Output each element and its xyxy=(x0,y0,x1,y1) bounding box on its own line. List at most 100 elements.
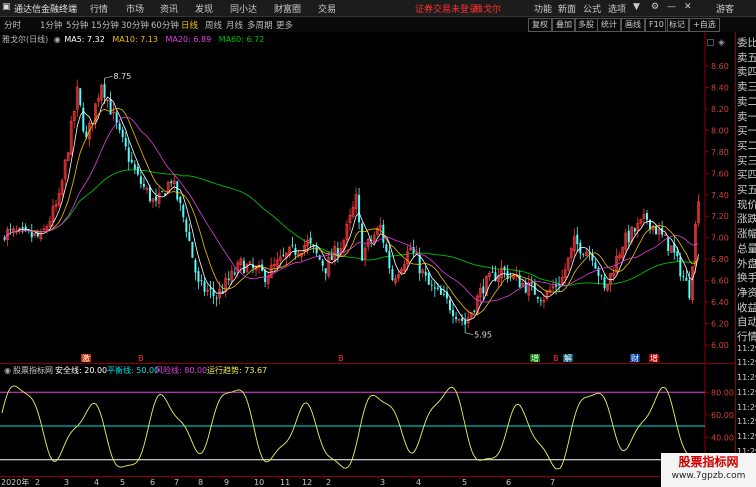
event-marker[interactable]: B xyxy=(338,354,344,362)
candle-body xyxy=(536,296,539,299)
event-marker[interactable]: B xyxy=(138,354,144,362)
statistics-button[interactable]: 统计 xyxy=(597,18,621,32)
candle-body xyxy=(679,256,682,277)
menu-wealth[interactable]: 财富圈 xyxy=(274,2,301,15)
restore-rights-button[interactable]: 复权 xyxy=(528,18,552,32)
quote-panel-label: 涨幅 xyxy=(737,228,756,241)
minimize-icon[interactable]: — xyxy=(667,2,676,12)
close-icon[interactable]: ✕ xyxy=(684,2,692,12)
candle-body xyxy=(361,223,364,261)
menu-new-page[interactable]: 新面 xyxy=(558,2,576,15)
menu-assistant[interactable]: 同小达 xyxy=(230,2,257,15)
candle-body xyxy=(427,273,430,285)
mark-button[interactable]: 标记 xyxy=(665,18,689,32)
candle-body xyxy=(155,196,158,201)
quote-panel-label: 买二 xyxy=(737,139,756,152)
period-tab[interactable]: 5分钟 xyxy=(66,19,88,31)
period-tab[interactable]: 分时 xyxy=(4,19,21,31)
quote-panel-label: 买一 xyxy=(737,125,756,138)
candle-body xyxy=(200,280,203,281)
candle-body xyxy=(473,310,476,312)
period-tab[interactable]: 周线 xyxy=(205,19,222,31)
chart-settings-icon[interactable]: ◉ xyxy=(54,35,61,44)
quote-panel-label: 行情 xyxy=(737,331,756,343)
candle-body xyxy=(282,254,285,256)
quote-panel-label: 现价 xyxy=(737,198,756,211)
quote-panel-label: 总量 xyxy=(737,242,756,255)
user-label[interactable]: 游客 xyxy=(716,2,734,15)
candle-body xyxy=(582,253,585,255)
candle-body xyxy=(321,260,324,266)
ma60-label: MA60: 6.72 xyxy=(218,35,265,44)
menu-news[interactable]: 资讯 xyxy=(160,2,178,15)
quote-panel-label: 卖五 xyxy=(737,51,756,64)
event-marker[interactable]: 增 xyxy=(650,353,658,362)
indicator-settings-icon[interactable]: ◉ xyxy=(4,366,11,375)
period-tab[interactable]: 30分钟 xyxy=(121,19,149,31)
candle-body xyxy=(203,281,206,292)
candle-body xyxy=(136,166,139,175)
event-marker[interactable]: B xyxy=(553,354,559,362)
candle-body xyxy=(633,228,636,232)
menu-quotes[interactable]: 行情 xyxy=(90,2,108,15)
candle-body xyxy=(188,232,191,241)
menu-formula[interactable]: 公式 xyxy=(583,2,601,15)
indicator-chart[interactable]: 80.00 60.00 40.00 ◉ 股票指标网 安全线: 20.00 平衡线: … xyxy=(0,363,735,476)
zoom-icon[interactable]: ▢ xyxy=(706,38,715,48)
period-tab[interactable]: 15分钟 xyxy=(91,19,119,31)
ma10-label: MA10: 7.13 xyxy=(112,35,158,44)
period-tab[interactable]: 多周期 xyxy=(247,19,273,31)
login-notice[interactable]: 证券交易未登录 xyxy=(415,2,478,15)
candle-body xyxy=(9,229,12,230)
quote-panel-label: 收益 xyxy=(737,301,756,314)
candle-body xyxy=(242,260,245,274)
candle-body xyxy=(194,259,197,273)
candle-body xyxy=(21,227,24,229)
candle-body xyxy=(115,112,118,123)
event-marker[interactable]: 激 xyxy=(82,353,90,362)
candle-body xyxy=(452,309,455,317)
price-tick: 6.40 xyxy=(711,298,729,307)
menu-options[interactable]: 选项 xyxy=(608,2,626,15)
event-marker[interactable]: 解 xyxy=(564,353,572,362)
draw-line-button[interactable]: 画线 xyxy=(621,18,645,32)
candle-body xyxy=(597,267,600,276)
period-tab[interactable]: 1分钟 xyxy=(40,19,62,31)
month-tick: 8 xyxy=(198,478,203,487)
event-marker[interactable]: 增 xyxy=(531,353,539,362)
menu-function[interactable]: 功能 xyxy=(534,2,552,15)
menu-market[interactable]: 市场 xyxy=(126,2,144,15)
menu-discover[interactable]: 发现 xyxy=(195,2,213,15)
candle-body xyxy=(482,286,485,294)
settings-icon[interactable]: ⚙ xyxy=(651,2,659,12)
period-tab[interactable]: 月线 xyxy=(226,19,243,31)
risk-line-label: 风险线: 80.00 xyxy=(155,365,207,375)
quote-panel-label: 卖一 xyxy=(737,110,756,123)
quote-panel-label: 买四 xyxy=(737,169,756,182)
price-tick: 7.80 xyxy=(711,148,729,157)
overlay-button[interactable]: 叠加 xyxy=(552,18,576,32)
candle-body xyxy=(461,318,464,321)
candle-body xyxy=(455,317,458,320)
period-tab-active[interactable]: 日线 xyxy=(181,19,198,31)
period-tab-more[interactable]: 更多 xyxy=(276,19,293,31)
multi-stock-button[interactable]: 多股 xyxy=(574,18,598,32)
period-tab[interactable]: 60分钟 xyxy=(151,19,179,31)
month-tick: 12 xyxy=(302,478,312,487)
skin-icon[interactable]: ▼ xyxy=(633,2,640,12)
add-favorite-button[interactable]: +自选 xyxy=(689,18,720,32)
candle-body xyxy=(182,205,185,218)
price-tick: 8.20 xyxy=(711,105,729,114)
menu-trade[interactable]: 交易 xyxy=(318,2,336,15)
pin-icon[interactable]: ◈ xyxy=(718,38,725,48)
quote-panel-label: 卖三 xyxy=(737,81,756,94)
quote-panel-label: 委比 xyxy=(737,37,756,49)
month-tick: 7 xyxy=(550,478,555,487)
candle-body xyxy=(464,320,467,325)
kline-chart[interactable]: 8.755.95激 B B 增 B 解财增 8.608.408.208.007.807.6… xyxy=(0,32,735,362)
quote-panel-label: 外盘 xyxy=(737,257,756,270)
month-tick: 11 xyxy=(280,478,290,487)
candle-body xyxy=(533,282,536,295)
price-tick: 7.00 xyxy=(711,234,729,243)
event-marker[interactable]: 财 xyxy=(631,353,639,362)
